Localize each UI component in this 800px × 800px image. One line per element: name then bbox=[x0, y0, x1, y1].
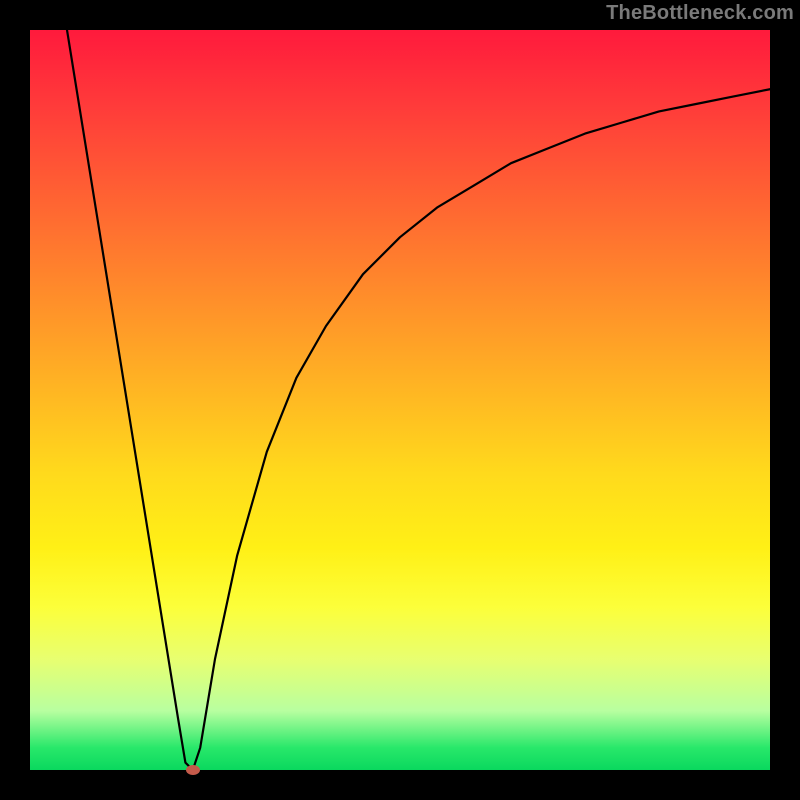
watermark-text: TheBottleneck.com bbox=[606, 2, 794, 25]
chart-frame: TheBottleneck.com bbox=[0, 0, 800, 800]
bottleneck-curve bbox=[67, 30, 770, 770]
curve-layer bbox=[30, 30, 770, 770]
plot-area bbox=[30, 30, 770, 770]
optimal-point-marker bbox=[186, 765, 200, 775]
